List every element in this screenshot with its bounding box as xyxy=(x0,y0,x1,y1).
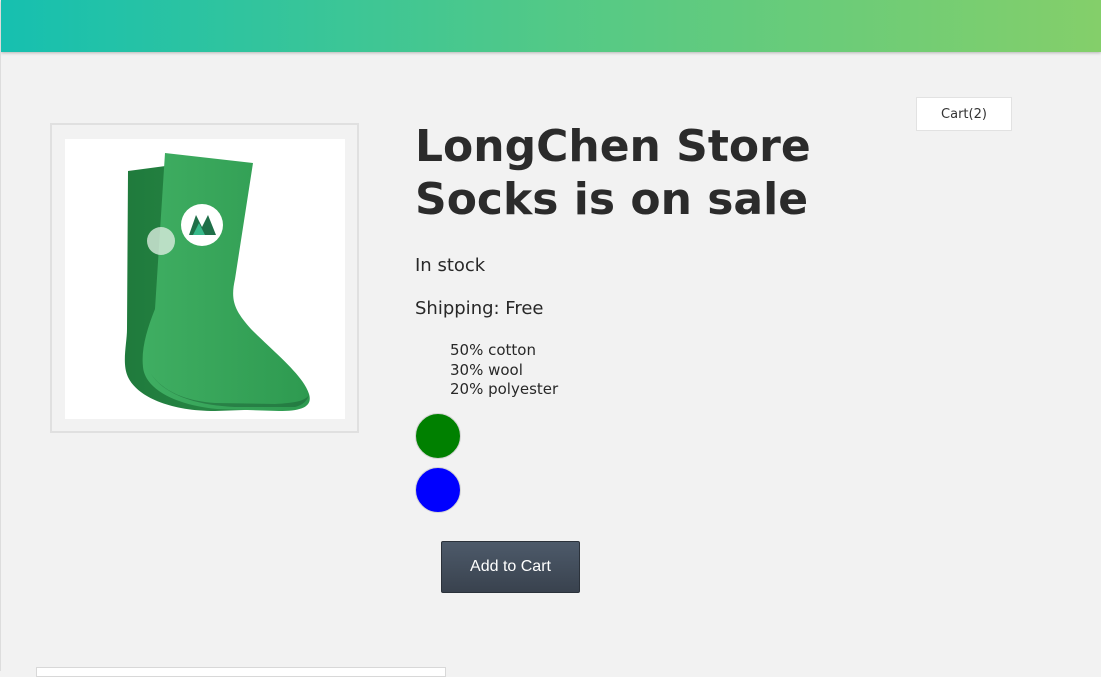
add-to-cart-button[interactable]: Add to Cart xyxy=(441,541,580,593)
bottom-panel xyxy=(36,667,446,677)
product-title-line2: Socks is on sale xyxy=(415,174,809,225)
product-title-line1: LongChen Store xyxy=(415,121,811,172)
cart-label: Cart(2) xyxy=(941,106,987,122)
product-image-frame xyxy=(65,139,345,419)
socks-image xyxy=(124,153,310,411)
detail-item: 20% polyester xyxy=(450,380,559,398)
color-swatch-blue[interactable] xyxy=(415,467,461,513)
cart-button[interactable]: Cart(2) xyxy=(916,97,1012,131)
detail-item: 50% cotton xyxy=(450,341,536,359)
nav-bar xyxy=(1,0,1101,52)
shipping-info: Shipping: Free xyxy=(415,298,544,319)
stock-status: In stock xyxy=(415,255,486,276)
detail-item: 30% wool xyxy=(450,360,523,379)
add-to-cart-label: Add to Cart xyxy=(470,558,551,575)
product-title: LongChen Store Socks is on sale xyxy=(415,120,855,226)
color-swatch-green[interactable] xyxy=(415,413,461,459)
product-image xyxy=(50,123,359,433)
product-details-list: 50% cotton 30% wool 20% polyester xyxy=(450,341,558,400)
page-edge-divider xyxy=(0,52,1,671)
